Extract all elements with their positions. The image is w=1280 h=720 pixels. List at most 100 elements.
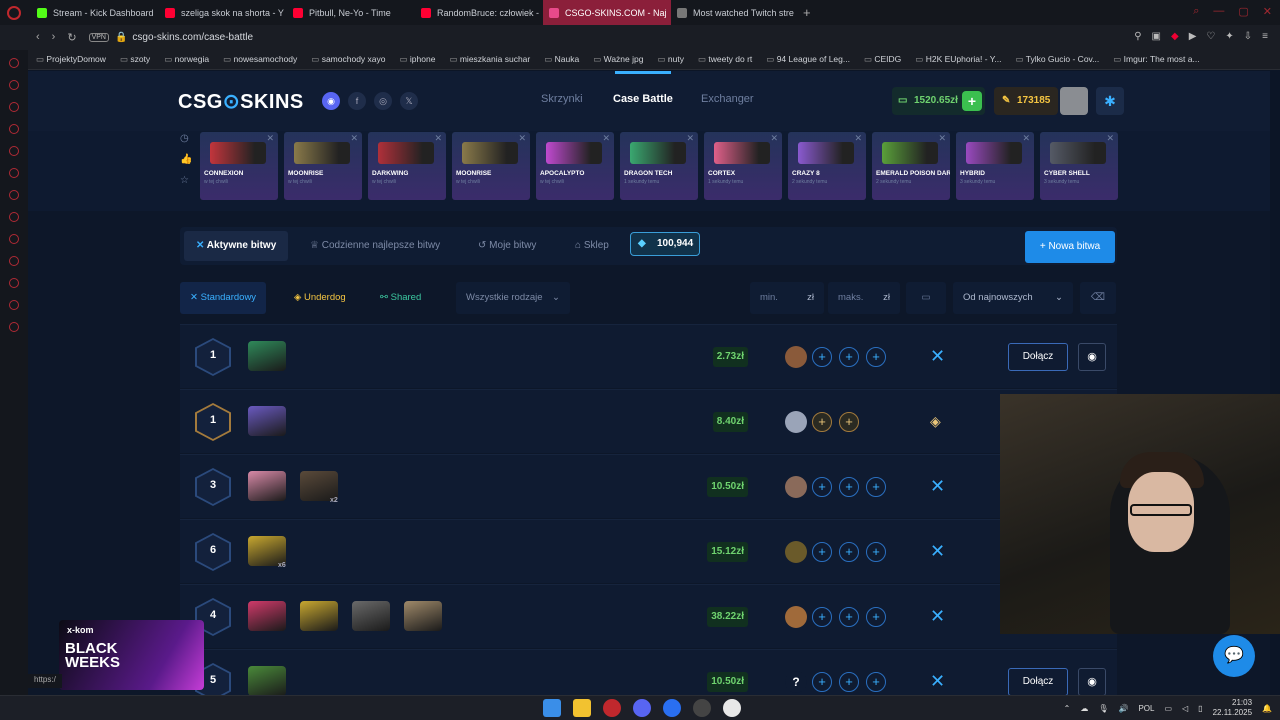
thumb-up-icon[interactable]: 👍 <box>180 154 192 165</box>
obs-taskbar-icon[interactable] <box>693 699 711 717</box>
sidebar-timer-icon[interactable] <box>9 256 19 266</box>
tab-shop[interactable]: ⌂ Sklep <box>575 227 609 265</box>
opera-taskbar-icon[interactable] <box>603 699 621 717</box>
close-icon[interactable]: ✕ <box>770 133 778 144</box>
drop-card[interactable]: ✕ MOONRISE w tej chwili <box>284 132 362 200</box>
tray-chevron-icon[interactable]: ⌃ <box>1064 704 1071 713</box>
x-icon[interactable]: 𝕏 <box>400 92 418 110</box>
bookmark-item[interactable]: CEIDG <box>864 54 901 65</box>
discord-icon[interactable]: ◉ <box>322 92 340 110</box>
clock-icon[interactable]: ◷ <box>180 133 192 144</box>
close-icon[interactable]: ✕ <box>434 133 442 144</box>
sort-select[interactable]: Od najnowszych ⌄ <box>953 282 1073 314</box>
url-field[interactable]: csgo-skins.com/case-battle <box>132 32 253 43</box>
nav-exchanger[interactable]: Exchanger <box>701 93 754 105</box>
sidebar-bag-icon[interactable] <box>9 102 19 112</box>
join-slot-button[interactable]: + <box>866 672 886 692</box>
browser-tab[interactable]: szeliga skok na shorta - Y <box>159 0 287 25</box>
balance-display[interactable]: ▭ 1520.65zł + <box>892 87 985 115</box>
support-chat-button[interactable]: 💬 <box>1213 635 1255 677</box>
download-icon[interactable]: ⇩ <box>1244 31 1252 42</box>
discord-taskbar-icon[interactable] <box>633 699 651 717</box>
sidebar-twitch-icon[interactable] <box>9 212 19 222</box>
view-battle-eye-icon[interactable]: ◉ <box>1078 343 1106 371</box>
instagram-icon[interactable]: ◎ <box>374 92 392 110</box>
bookmark-item[interactable]: Tylko Gucio - Cov... <box>1015 54 1100 65</box>
drop-card[interactable]: ✕ APOCALYPTO w tej chwili <box>536 132 614 200</box>
settings-gear-icon[interactable]: ✱ <box>1096 87 1124 115</box>
join-slot-button[interactable]: + <box>866 477 886 497</box>
close-icon[interactable]: ✕ <box>1106 133 1114 144</box>
drop-card[interactable]: ✕ DRAGON TECH 1 sekundy temu <box>620 132 698 200</box>
drop-card[interactable]: ✕ CORTEX 1 sekundy temu <box>704 132 782 200</box>
join-slot-button[interactable]: + <box>839 542 859 562</box>
tab-active-battles[interactable]: ✕ Aktywne bitwy <box>184 231 289 261</box>
close-icon[interactable]: ✕ <box>938 133 946 144</box>
bookmark-item[interactable]: samochody xayo <box>311 54 386 65</box>
star-icon[interactable]: ☆ <box>180 175 192 186</box>
browser-tab[interactable]: CSGO-SKINS.COM - Naj <box>543 0 671 25</box>
search-icon[interactable]: ⌕ <box>1193 5 1199 18</box>
file-explorer-icon[interactable] <box>573 699 591 717</box>
bookmark-item[interactable]: iphone <box>400 54 436 65</box>
network-icon[interactable]: ▭ <box>1164 704 1172 713</box>
bookmark-item[interactable]: Ważne jpg <box>593 54 644 65</box>
battle-row[interactable]: 1 8.40zł + + ◈ <box>180 389 1117 453</box>
chrome-taskbar-icon[interactable] <box>723 699 741 717</box>
diamond-balance[interactable]: ◆ 100,944 <box>630 232 700 256</box>
drop-card[interactable]: ✕ CYBER SHELL 3 sekundy temu <box>1040 132 1118 200</box>
join-slot-button[interactable]: + <box>812 542 832 562</box>
vpn-badge[interactable]: VPN <box>88 33 109 42</box>
bookmark-item[interactable]: H2K EUphoria! - Y... <box>915 54 1002 65</box>
speaker-icon[interactable]: ◁ <box>1182 704 1188 713</box>
sidebar-tiktok-icon[interactable] <box>9 168 19 178</box>
join-slot-button[interactable]: + <box>866 347 886 367</box>
battle-row[interactable]: 3 x2 10.50zł + + + ✕ <box>180 454 1117 518</box>
battle-row[interactable]: 1 2.73zł + + + ✕ Dołącz ◉ <box>180 324 1117 388</box>
mic-icon[interactable]: 🎙 <box>1098 704 1108 713</box>
battle-row[interactable]: 5 10.50zł? + + + ✕ Dołącz ◉ <box>180 649 1117 695</box>
notification-bell-icon[interactable]: 🔔 <box>1262 704 1272 713</box>
close-icon[interactable]: ✕ <box>602 133 610 144</box>
clock[interactable]: 21:03 22.11.2025 <box>1213 698 1252 718</box>
bookmark-item[interactable]: Imgur: The most a... <box>1113 54 1200 65</box>
drop-card[interactable]: ✕ CRAZY 8 2 sekundy temu <box>788 132 866 200</box>
maximize-button[interactable]: ▢ <box>1238 5 1248 18</box>
browser-tab[interactable]: Pitbull, Ne-Yo - Time <box>287 0 415 25</box>
messenger-taskbar-icon[interactable] <box>663 699 681 717</box>
menu-icon[interactable]: ≡ <box>1262 31 1268 42</box>
minimize-button[interactable]: — <box>1213 5 1224 18</box>
close-icon[interactable]: ✕ <box>350 133 358 144</box>
extensions-icon[interactable]: ✦ <box>1225 31 1233 42</box>
battle-row[interactable]: 4 38.22zł + + + ✕ <box>180 584 1117 648</box>
shield-icon[interactable]: ◆ <box>1171 31 1179 42</box>
bookmark-item[interactable]: ProjektyDomow <box>36 54 106 65</box>
heart-icon[interactable]: ♡ <box>1206 31 1215 42</box>
view-battle-eye-icon[interactable]: ◉ <box>1078 668 1106 695</box>
min-price-input[interactable]: min. zł <box>750 282 824 314</box>
eraser-icon[interactable]: ⌫ <box>1080 282 1116 314</box>
sidebar-chatgpt-icon[interactable] <box>9 190 19 200</box>
tab-daily-best[interactable]: ♕ Codzienne najlepsze bitwy <box>310 227 440 265</box>
close-icon[interactable]: ✕ <box>686 133 694 144</box>
browser-tab[interactable]: Stream - Kick Dashboard <box>31 0 159 25</box>
play-icon[interactable]: ▶ <box>1189 31 1197 42</box>
user-avatar[interactable] <box>1060 87 1088 115</box>
filter-standard[interactable]: ✕ Standardowy <box>180 282 267 314</box>
filter-shared[interactable]: ⚯ Shared <box>370 282 431 314</box>
join-slot-button[interactable]: + <box>839 477 859 497</box>
sidebar-x-icon[interactable] <box>9 234 19 244</box>
forward-icon[interactable]: › <box>52 31 56 44</box>
bookmark-item[interactable]: Nauka <box>544 54 580 65</box>
battle-row[interactable]: 6 x6 15.12zł + + + ✕ <box>180 519 1117 583</box>
join-slot-button[interactable]: + <box>812 477 832 497</box>
close-button[interactable]: ✕ <box>1263 5 1272 18</box>
close-icon[interactable]: ✕ <box>518 133 526 144</box>
sidebar-video-icon[interactable] <box>9 146 19 156</box>
bookmark-item[interactable]: szoty <box>120 54 150 65</box>
join-slot-button[interactable]: + <box>839 672 859 692</box>
coins-display[interactable]: ✎ 173185 <box>994 87 1058 115</box>
close-icon[interactable]: ✕ <box>854 133 862 144</box>
close-icon[interactable]: ✕ <box>1022 133 1030 144</box>
join-slot-button[interactable]: + <box>839 347 859 367</box>
